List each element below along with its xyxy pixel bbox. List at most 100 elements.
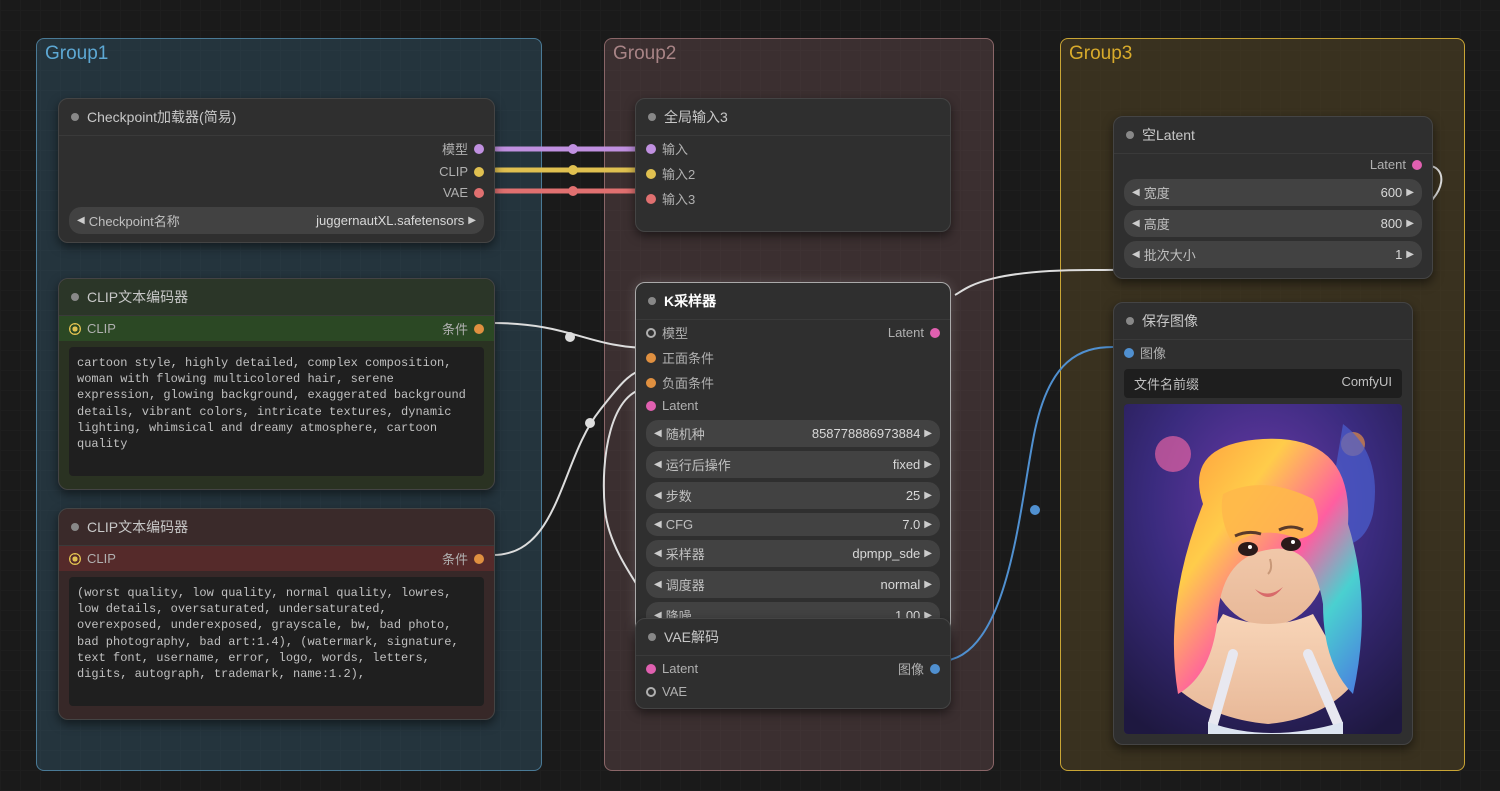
input-1[interactable]: 输入 (646, 139, 688, 158)
output-clip[interactable]: CLIP (439, 164, 484, 179)
input-negative[interactable]: 负面条件 (646, 373, 714, 392)
node-title: CLIP文本编码器 (87, 287, 188, 307)
port-row: 模型 (59, 136, 494, 161)
node-title: Checkpoint加载器(简易) (87, 107, 236, 127)
chevron-right-icon[interactable]: ▶ (1406, 218, 1414, 229)
chevron-left-icon[interactable]: ◀ (654, 459, 662, 470)
port-row: 正面条件 (636, 345, 950, 370)
chevron-left-icon[interactable]: ◀ (654, 579, 662, 590)
port-row: CLIP 条件 (59, 546, 494, 571)
node-header[interactable]: 保存图像 (1114, 303, 1412, 340)
port-row: CLIP 条件 (59, 316, 494, 341)
image-preview (1124, 404, 1402, 734)
collapse-icon[interactable] (1126, 317, 1134, 325)
prompt-textarea[interactable] (69, 347, 484, 476)
widget-checkpoint-name[interactable]: ◀ Checkpoint名称 juggernautXL.safetensors … (69, 207, 484, 234)
node-checkpoint-loader[interactable]: Checkpoint加载器(简易) 模型 CLIP VAE ◀ Checkpoi… (58, 98, 495, 243)
chevron-right-icon[interactable]: ▶ (468, 215, 476, 226)
input-latent[interactable]: Latent (646, 661, 698, 676)
chevron-left-icon[interactable]: ◀ (654, 519, 662, 530)
port-row: VAE (636, 681, 950, 702)
collapse-icon[interactable] (648, 297, 656, 305)
node-vae-decode[interactable]: VAE解码 Latent 图像 VAE (635, 618, 951, 709)
port-row: 图像 (1114, 340, 1412, 365)
node-header[interactable]: Checkpoint加载器(简易) (59, 99, 494, 136)
input-model[interactable]: 模型 (646, 323, 688, 342)
collapse-icon[interactable] (71, 113, 79, 121)
node-save-image[interactable]: 保存图像 图像 文件名前缀 ComfyUI (1113, 302, 1413, 745)
chevron-right-icon[interactable]: ▶ (924, 519, 932, 530)
node-title: K采样器 (664, 291, 716, 311)
output-vae[interactable]: VAE (443, 185, 484, 200)
widget-seed[interactable]: ◀随机种858778886973884▶ (646, 420, 940, 447)
output-latent[interactable]: Latent (1370, 157, 1422, 172)
collapse-icon[interactable] (71, 523, 79, 531)
output-conditioning[interactable]: 条件 (442, 549, 484, 568)
port-row: 负面条件 (636, 370, 950, 395)
input-clip[interactable]: CLIP (69, 321, 116, 336)
output-model[interactable]: 模型 (442, 139, 484, 158)
input-clip[interactable]: CLIP (69, 551, 116, 566)
collapse-icon[interactable] (648, 113, 656, 121)
prompt-textarea[interactable] (69, 577, 484, 706)
node-ksampler[interactable]: K采样器 模型 Latent 正面条件 负面条件 Latent ◀随机种8587… (635, 282, 951, 640)
chevron-left-icon[interactable]: ◀ (654, 428, 662, 439)
widget-batch[interactable]: ◀批次大小1▶ (1124, 241, 1422, 268)
collapse-icon[interactable] (1126, 131, 1134, 139)
node-empty-latent[interactable]: 空Latent Latent ◀宽度600▶ ◀高度800▶ ◀批次大小1▶ (1113, 116, 1433, 279)
widget-filename-prefix[interactable]: 文件名前缀 ComfyUI (1124, 369, 1402, 398)
chevron-left-icon[interactable]: ◀ (1132, 187, 1140, 198)
chevron-left-icon[interactable]: ◀ (654, 490, 662, 501)
chevron-right-icon[interactable]: ▶ (1406, 249, 1414, 260)
port-row: 输入2 (636, 161, 950, 186)
widget-steps[interactable]: ◀步数25▶ (646, 482, 940, 509)
input-vae[interactable]: VAE (646, 684, 687, 699)
node-header[interactable]: CLIP文本编码器 (59, 509, 494, 546)
widget-control[interactable]: ◀运行后操作fixed▶ (646, 451, 940, 478)
chevron-right-icon[interactable]: ▶ (924, 428, 932, 439)
chevron-left-icon[interactable]: ◀ (1132, 249, 1140, 260)
chevron-left-icon[interactable]: ◀ (77, 215, 85, 226)
port-row: 输入3 (636, 186, 950, 211)
chevron-right-icon[interactable]: ▶ (1406, 187, 1414, 198)
node-clip-negative[interactable]: CLIP文本编码器 CLIP 条件 (58, 508, 495, 720)
chevron-right-icon[interactable]: ▶ (924, 548, 932, 559)
node-global-inputs[interactable]: 全局输入3 输入 输入2 输入3 (635, 98, 951, 232)
group-3-title: Group3 (1061, 39, 1464, 69)
node-title: 保存图像 (1142, 311, 1198, 331)
node-clip-positive[interactable]: CLIP文本编码器 CLIP 条件 (58, 278, 495, 490)
output-latent[interactable]: Latent (888, 325, 940, 340)
node-header[interactable]: 空Latent (1114, 117, 1432, 154)
chevron-left-icon[interactable]: ◀ (1132, 218, 1140, 229)
input-3[interactable]: 输入3 (646, 189, 695, 208)
port-row: CLIP (59, 161, 494, 182)
port-row: 模型 Latent (636, 320, 950, 345)
chevron-left-icon[interactable]: ◀ (654, 548, 662, 559)
widget-scheduler[interactable]: ◀调度器normal▶ (646, 571, 940, 598)
input-image[interactable]: 图像 (1124, 343, 1166, 362)
group-2-title: Group2 (605, 39, 993, 69)
node-header[interactable]: CLIP文本编码器 (59, 279, 494, 316)
node-header[interactable]: 全局输入3 (636, 99, 950, 136)
chevron-right-icon[interactable]: ▶ (924, 490, 932, 501)
widget-width[interactable]: ◀宽度600▶ (1124, 179, 1422, 206)
input-positive[interactable]: 正面条件 (646, 348, 714, 367)
chevron-right-icon[interactable]: ▶ (924, 459, 932, 470)
node-header[interactable]: K采样器 (636, 283, 950, 320)
output-image[interactable]: 图像 (898, 659, 940, 678)
collapse-icon[interactable] (71, 293, 79, 301)
node-title: VAE解码 (664, 627, 719, 647)
widget-height[interactable]: ◀高度800▶ (1124, 210, 1422, 237)
port-row: Latent 图像 (636, 656, 950, 681)
node-title: 全局输入3 (664, 107, 728, 127)
input-latent[interactable]: Latent (646, 398, 698, 413)
input-2[interactable]: 输入2 (646, 164, 695, 183)
node-header[interactable]: VAE解码 (636, 619, 950, 656)
chevron-right-icon[interactable]: ▶ (924, 579, 932, 590)
port-row: Latent (1114, 154, 1432, 175)
output-conditioning[interactable]: 条件 (442, 319, 484, 338)
widget-cfg[interactable]: ◀CFG7.0▶ (646, 513, 940, 536)
port-row: 输入 (636, 136, 950, 161)
widget-sampler[interactable]: ◀采样器dpmpp_sde▶ (646, 540, 940, 567)
collapse-icon[interactable] (648, 633, 656, 641)
